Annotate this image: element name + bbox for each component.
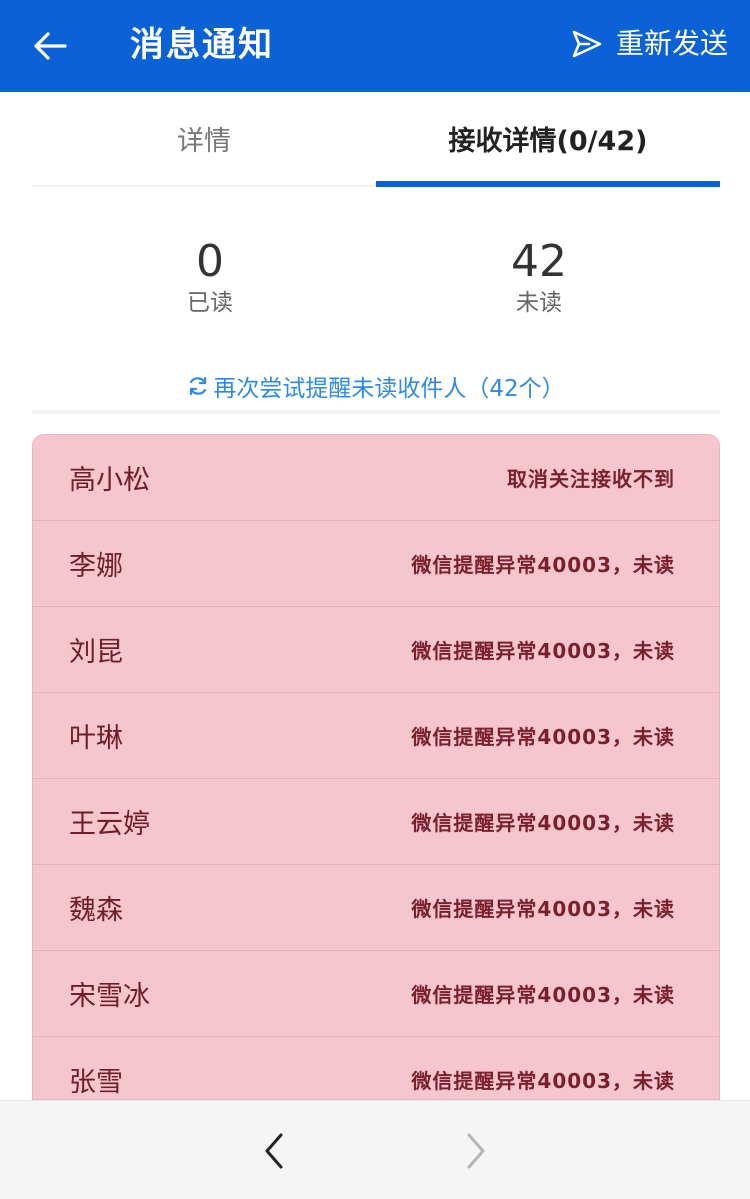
- recipient-status: 微信提醒异常40003，未读: [411, 1069, 675, 1093]
- recipient-name: 魏森: [69, 895, 123, 926]
- recipient-status: 微信提醒异常40003，未读: [411, 553, 675, 577]
- list-item[interactable]: 高小松 取消关注接收不到: [33, 435, 719, 521]
- read-label: 已读: [187, 290, 233, 316]
- forward-nav-button[interactable]: [452, 1127, 500, 1175]
- chevron-right-icon: [467, 1133, 485, 1169]
- page-title: 消息通知: [130, 25, 274, 65]
- resend-button[interactable]: 重新发送: [572, 20, 728, 68]
- retry-remind-label: 再次尝试提醒未读收件人（42个）: [213, 376, 565, 402]
- recipient-name: 宋雪冰: [69, 981, 150, 1012]
- recipient-status: 微信提醒异常40003，未读: [411, 811, 675, 835]
- read-count: 0: [196, 236, 224, 287]
- resend-label: 重新发送: [615, 27, 728, 60]
- arrow-left-icon: [34, 32, 67, 60]
- tab-receive-details-label: 接收详情(0/42): [448, 126, 648, 157]
- recipient-name: 张雪: [69, 1067, 123, 1098]
- recipient-status: 微信提醒异常40003，未读: [411, 897, 675, 921]
- read-stats: 0 已读 42 未读: [32, 236, 720, 326]
- unread-count: 42: [511, 236, 567, 287]
- list-item[interactable]: 叶琳 微信提醒异常40003，未读: [33, 693, 719, 779]
- recipient-name: 王云婷: [69, 809, 150, 840]
- list-item[interactable]: 魏森 微信提醒异常40003，未读: [33, 865, 719, 951]
- list-item[interactable]: 李娜 微信提醒异常40003，未读: [33, 521, 719, 607]
- list-item[interactable]: 宋雪冰 微信提醒异常40003，未读: [33, 951, 719, 1037]
- read-stat[interactable]: 0 已读: [110, 236, 310, 318]
- tab-bar: 详情 接收详情(0/42): [32, 92, 720, 187]
- tab-receive-details[interactable]: 接收详情(0/42): [376, 92, 720, 187]
- recipient-status: 微信提醒异常40003，未读: [411, 983, 675, 1007]
- tab-details[interactable]: 详情: [32, 92, 376, 185]
- retry-remind-link[interactable]: 再次尝试提醒未读收件人（42个）: [32, 366, 720, 406]
- list-item[interactable]: 张雪 微信提醒异常40003，未读: [33, 1037, 719, 1099]
- recipient-name: 叶琳: [69, 723, 123, 754]
- recipient-list[interactable]: 高小松 取消关注接收不到 李娜 微信提醒异常40003，未读 刘昆 微信提醒异常…: [32, 434, 720, 1100]
- tab-details-label: 详情: [177, 126, 231, 157]
- bottom-nav-bar: [0, 1100, 750, 1199]
- list-item[interactable]: 王云婷 微信提醒异常40003，未读: [33, 779, 719, 865]
- refresh-icon: [190, 376, 207, 396]
- recipient-name: 李娜: [69, 551, 123, 582]
- recipient-status: 微信提醒异常40003，未读: [411, 639, 675, 663]
- paper-plane-icon: [572, 30, 602, 58]
- recipient-name: 高小松: [69, 465, 150, 496]
- chevron-left-icon: [265, 1133, 283, 1169]
- top-bar: 消息通知 重新发送: [0, 0, 750, 92]
- unread-label: 未读: [516, 290, 562, 316]
- section-divider: [32, 410, 720, 414]
- back-nav-button[interactable]: [250, 1127, 298, 1175]
- unread-stat[interactable]: 42 未读: [439, 236, 639, 318]
- list-item[interactable]: 刘昆 微信提醒异常40003，未读: [33, 607, 719, 693]
- recipient-status: 微信提醒异常40003，未读: [411, 725, 675, 749]
- recipient-name: 刘昆: [69, 637, 123, 668]
- back-button[interactable]: [26, 22, 74, 70]
- recipient-status: 取消关注接收不到: [507, 467, 675, 491]
